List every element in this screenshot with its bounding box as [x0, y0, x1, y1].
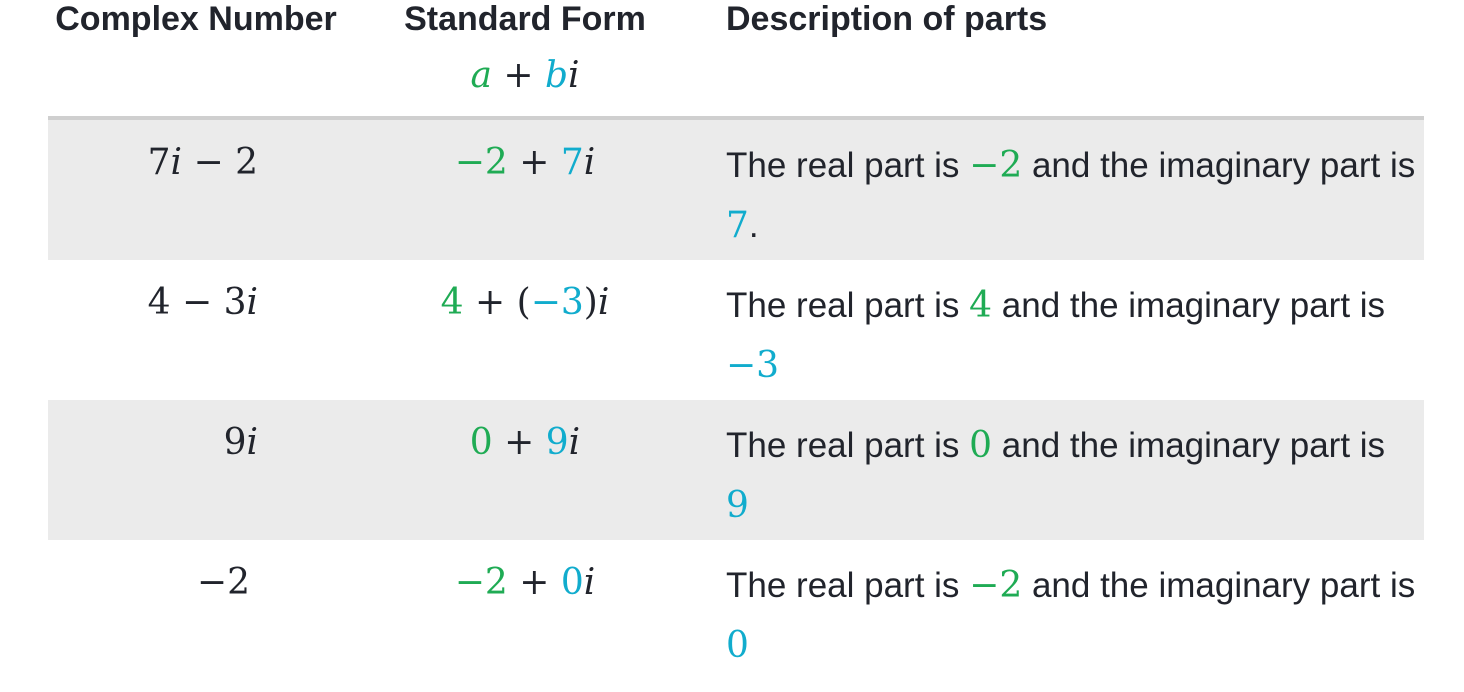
standard-i: i	[583, 562, 596, 603]
complex-number-cell: 9i	[48, 418, 258, 468]
complex-i: i	[246, 422, 258, 463]
desc-real-value: −2	[969, 565, 1023, 606]
standard-real: 4	[440, 282, 464, 323]
standard-imag: 9	[545, 422, 569, 463]
table-row: −2 −2 + 0i The real part is −2 and the i…	[48, 540, 1424, 680]
table-row: 4 − 3i 4 + (−3)i The real part is 4 and …	[48, 260, 1424, 400]
desc-text-1: The real part is	[726, 286, 970, 325]
standard-imag: 7	[560, 142, 584, 183]
table-header: Complex Number Standard Form a + bi Desc…	[48, 0, 1424, 120]
formula-i: i	[568, 55, 580, 96]
desc-real-value: −2	[969, 145, 1023, 186]
standard-plus: +	[492, 422, 546, 463]
complex-number-cell: −2	[48, 558, 250, 608]
complex-number-cell: 7i − 2	[48, 138, 258, 188]
header-standard-form: Standard Form	[404, 0, 646, 38]
standard-real: −2	[454, 562, 508, 603]
desc-text-2: and the imaginary part is	[992, 426, 1386, 465]
table-row: 9i 0 + 9i The real part is 0 and the ima…	[48, 400, 1424, 540]
standard-i: i	[568, 422, 581, 463]
standard-plus: +	[507, 562, 561, 603]
complex-i: i	[170, 142, 183, 183]
standard-plus: + (	[463, 282, 531, 323]
standard-real: 0	[469, 422, 493, 463]
standard-i: i	[583, 142, 596, 183]
table-row: 7i − 2 −2 + 7i The real part is −2 and t…	[48, 120, 1424, 260]
complex-coef: 9	[223, 422, 247, 463]
standard-form-cell: −2 + 7i	[344, 138, 706, 188]
standard-plus: +	[507, 142, 561, 183]
standard-form-cell: −2 + 0i	[344, 558, 706, 608]
complex-number-cell: 4 − 3i	[48, 278, 258, 328]
desc-imag-value: 9	[726, 485, 749, 526]
desc-text-2: and the imaginary part is	[992, 286, 1386, 325]
description-cell: The real part is −2 and the imaginary pa…	[726, 136, 1416, 256]
header-complex-number: Complex Number	[55, 0, 337, 38]
complex-coef: −2	[196, 562, 250, 603]
standard-real: −2	[454, 142, 508, 183]
standard-paren: )	[583, 282, 598, 323]
header-standard-form-formula: a + bi	[344, 50, 706, 102]
complex-numbers-table: Complex Number Standard Form a + bi Desc…	[48, 0, 1424, 680]
standard-i: i	[597, 282, 610, 323]
desc-text-2: and the imaginary part is	[1022, 146, 1416, 185]
desc-imag-value: 7	[726, 205, 749, 246]
formula-a: a	[470, 55, 492, 96]
standard-form-cell: 4 + (−3)i	[344, 278, 706, 328]
formula-b: b	[544, 55, 569, 96]
standard-form-cell: 0 + 9i	[344, 418, 706, 468]
standard-imag: 0	[560, 562, 584, 603]
header-description: Description of parts	[726, 0, 1048, 38]
complex-rest: − 2	[182, 142, 258, 183]
desc-text-3: .	[748, 206, 759, 245]
desc-imag-value: −3	[726, 345, 780, 386]
desc-text-1: The real part is	[726, 426, 970, 465]
formula-plus: +	[491, 55, 545, 96]
desc-real-value: 0	[969, 425, 993, 466]
complex-i: i	[246, 282, 258, 323]
standard-imag: −3	[530, 282, 584, 323]
desc-text-1: The real part is	[726, 566, 970, 605]
desc-text-2: and the imaginary part is	[1022, 566, 1416, 605]
description-cell: The real part is 0 and the imaginary par…	[726, 416, 1416, 536]
desc-imag-value: 0	[726, 625, 749, 666]
desc-real-value: 4	[969, 285, 993, 326]
description-cell: The real part is 4 and the imaginary par…	[726, 276, 1416, 396]
description-cell: The real part is −2 and the imaginary pa…	[726, 556, 1416, 676]
complex-coef: 7	[147, 142, 171, 183]
desc-text-1: The real part is	[726, 146, 970, 185]
complex-coef: 4 − 3	[147, 282, 247, 323]
